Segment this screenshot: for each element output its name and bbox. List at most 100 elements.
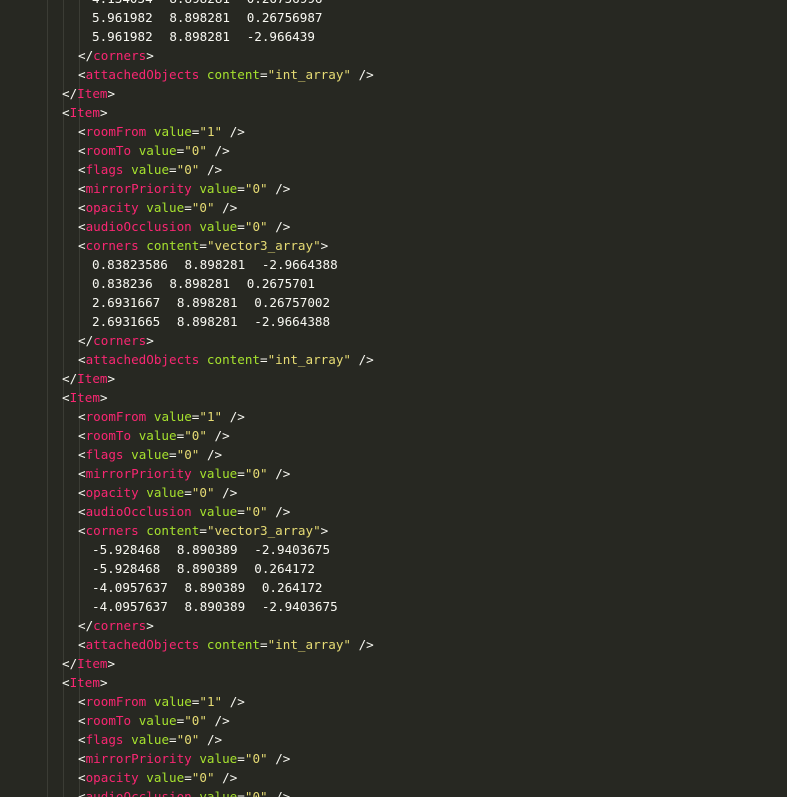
- code-line[interactable]: 4.134054 8.898281 0.26756996: [0, 0, 787, 8]
- code-line[interactable]: </corners>: [0, 331, 787, 350]
- line-content: </corners>: [78, 46, 154, 65]
- code-line[interactable]: <flags value="0" />: [0, 445, 787, 464]
- code-line[interactable]: <audioOcclusion value="0" />: [0, 217, 787, 236]
- line-content: <opacity value="0" />: [78, 768, 237, 787]
- xml-attribute-value: "0": [244, 466, 268, 481]
- punctuation: <: [62, 105, 70, 120]
- vector-component: 8.890389: [176, 542, 238, 557]
- xml-tag-name: flags: [85, 162, 124, 177]
- line-content: 0.838236 8.898281 0.2675701: [92, 274, 315, 293]
- punctuation: />: [267, 181, 291, 196]
- line-content: -4.0957637 8.890389 0.264172: [92, 578, 323, 597]
- punctuation: <: [78, 694, 86, 709]
- xml-attribute-value: "1": [199, 694, 223, 709]
- code-line[interactable]: <Item>: [0, 103, 787, 122]
- code-line[interactable]: <audioOcclusion value="0" />: [0, 787, 787, 797]
- punctuation: <: [78, 200, 86, 215]
- code-line[interactable]: 0.838236 8.898281 0.2675701: [0, 274, 787, 293]
- code-line[interactable]: -5.928468 8.890389 -2.9403675: [0, 540, 787, 559]
- punctuation: [131, 428, 139, 443]
- vector-component: 5.961982: [92, 29, 153, 44]
- line-content: <opacity value="0" />: [78, 198, 237, 217]
- xml-attribute-value: "0": [191, 770, 215, 785]
- code-line[interactable]: 5.961982 8.898281 0.26756987: [0, 8, 787, 27]
- punctuation: =: [237, 504, 245, 519]
- xml-attribute-value: "int_array": [267, 637, 351, 652]
- code-line[interactable]: 2.6931667 8.898281 0.26757002: [0, 293, 787, 312]
- code-line[interactable]: <roomTo value="0" />: [0, 711, 787, 730]
- xml-tag-name: roomTo: [85, 713, 132, 728]
- code-line[interactable]: <opacity value="0" />: [0, 198, 787, 217]
- xml-tag-name: flags: [85, 732, 124, 747]
- code-line[interactable]: <roomFrom value="1" />: [0, 692, 787, 711]
- xml-tag-name: audioOcclusion: [85, 219, 192, 234]
- code-line[interactable]: <audioOcclusion value="0" />: [0, 502, 787, 521]
- vector-component: 0.26756996: [247, 0, 323, 6]
- code-line[interactable]: <Item>: [0, 388, 787, 407]
- vector-component: 0.838236: [92, 276, 153, 291]
- code-line[interactable]: -4.0957637 8.890389 0.264172: [0, 578, 787, 597]
- punctuation: </: [78, 618, 94, 633]
- xml-attribute-name: value: [153, 124, 192, 139]
- punctuation: />: [351, 352, 374, 367]
- code-line[interactable]: 5.961982 8.898281 -2.966439: [0, 27, 787, 46]
- code-line[interactable]: -4.0957637 8.890389 -2.9403675: [0, 597, 787, 616]
- code-line[interactable]: <Item>: [0, 673, 787, 692]
- code-line[interactable]: </corners>: [0, 616, 787, 635]
- line-content: </Item>: [62, 369, 115, 388]
- line-content: </corners>: [78, 331, 154, 350]
- punctuation: >: [320, 238, 329, 253]
- code-lines[interactable]: 4.134054 8.898281 0.26756996 5.961982 8.8982…: [0, 0, 787, 797]
- line-content: <roomTo value="0" />: [78, 711, 230, 730]
- code-line[interactable]: 0.83823586 8.898281 -2.9664388: [0, 255, 787, 274]
- xml-attribute-value: "vector3_array": [206, 238, 321, 253]
- line-content: -5.928468 8.890389 0.264172: [92, 559, 315, 578]
- punctuation: <: [78, 637, 86, 652]
- code-line[interactable]: <corners content="vector3_array">: [0, 236, 787, 255]
- code-editor[interactable]: 4.134054 8.898281 0.26756996 5.961982 8.8982…: [0, 0, 787, 797]
- xml-attribute-name: value: [138, 428, 177, 443]
- code-line[interactable]: <roomFrom value="1" />: [0, 407, 787, 426]
- xml-tag-name: roomFrom: [85, 409, 147, 424]
- code-line[interactable]: <attachedObjects content="int_array" />: [0, 65, 787, 84]
- code-line[interactable]: <opacity value="0" />: [0, 483, 787, 502]
- code-line[interactable]: </Item>: [0, 369, 787, 388]
- punctuation: >: [146, 333, 154, 348]
- code-line[interactable]: <flags value="0" />: [0, 160, 787, 179]
- code-line[interactable]: <attachedObjects content="int_array" />: [0, 635, 787, 654]
- code-line[interactable]: <opacity value="0" />: [0, 768, 787, 787]
- code-line[interactable]: <flags value="0" />: [0, 730, 787, 749]
- xml-tag-name: mirrorPriority: [85, 751, 192, 766]
- code-line[interactable]: <mirrorPriority value="0" />: [0, 464, 787, 483]
- xml-tag-name: flags: [85, 447, 124, 462]
- xml-attribute-value: "int_array": [267, 352, 351, 367]
- punctuation: =: [237, 751, 245, 766]
- code-line[interactable]: <mirrorPriority value="0" />: [0, 179, 787, 198]
- punctuation: [124, 162, 132, 177]
- vector-component: 8.898281: [184, 257, 246, 272]
- xml-tag-name: roomTo: [85, 428, 132, 443]
- line-content: <audioOcclusion value="0" />: [78, 502, 290, 521]
- vector-component: 0.264172: [254, 561, 315, 576]
- punctuation: =: [237, 181, 245, 196]
- code-line[interactable]: -5.928468 8.890389 0.264172: [0, 559, 787, 578]
- code-line[interactable]: </Item>: [0, 654, 787, 673]
- code-line[interactable]: 2.6931665 8.898281 -2.9664388: [0, 312, 787, 331]
- code-line[interactable]: <mirrorPriority value="0" />: [0, 749, 787, 768]
- xml-attribute-value: "0": [176, 447, 200, 462]
- code-line[interactable]: </Item>: [0, 84, 787, 103]
- punctuation: <: [62, 675, 70, 690]
- vector-component: 0.264172: [261, 580, 323, 595]
- xml-attribute-value: "vector3_array": [206, 523, 321, 538]
- vector-component: -2.9403675: [254, 542, 331, 557]
- code-line[interactable]: <corners content="vector3_array">: [0, 521, 787, 540]
- code-line[interactable]: <attachedObjects content="int_array" />: [0, 350, 787, 369]
- code-line[interactable]: <roomFrom value="1" />: [0, 122, 787, 141]
- punctuation: =: [260, 67, 268, 82]
- code-line[interactable]: <roomTo value="0" />: [0, 141, 787, 160]
- xml-tag-name: Item: [69, 105, 100, 120]
- punctuation: =: [169, 162, 177, 177]
- xml-attribute-name: value: [199, 751, 238, 766]
- code-line[interactable]: </corners>: [0, 46, 787, 65]
- code-line[interactable]: <roomTo value="0" />: [0, 426, 787, 445]
